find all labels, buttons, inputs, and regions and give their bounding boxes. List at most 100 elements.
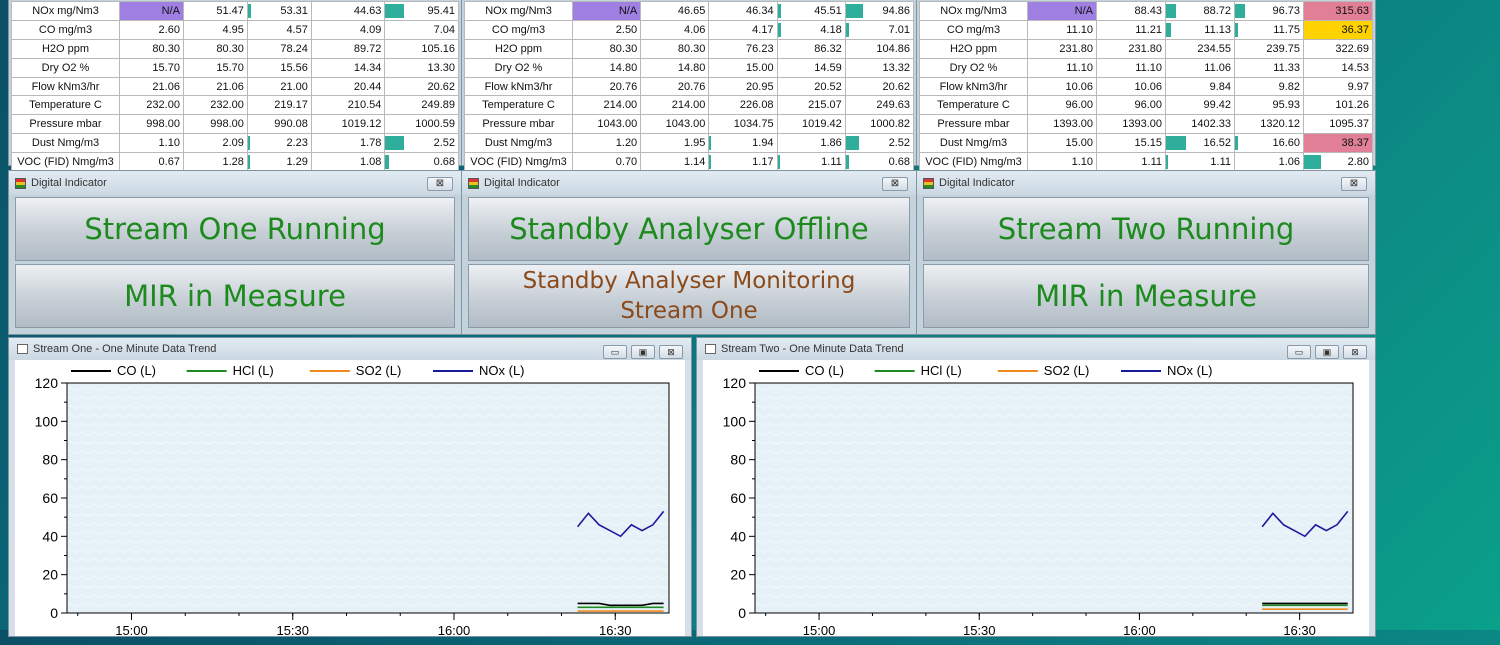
cell-value: 14.59 bbox=[814, 61, 842, 74]
cell-value: 214.00 bbox=[603, 99, 638, 112]
cell-value: 1043.00 bbox=[665, 118, 706, 131]
cell-value: 2.23 bbox=[286, 137, 308, 150]
level-bar bbox=[1235, 136, 1239, 151]
close-button[interactable]: ⊠ bbox=[659, 345, 683, 359]
indicator-status-2: MIR in Measure bbox=[15, 264, 455, 328]
close-button[interactable]: ⊠ bbox=[1341, 177, 1367, 191]
cell-value: 4.57 bbox=[286, 23, 308, 36]
cell-value: 88.72 bbox=[1203, 4, 1231, 17]
chart-icon bbox=[17, 344, 28, 354]
table-cell: 2.50 bbox=[571, 19, 642, 40]
cell-value: 20.62 bbox=[427, 80, 455, 93]
cell-value: 10.06 bbox=[1065, 80, 1093, 93]
y-tick-label: 120 bbox=[723, 375, 747, 391]
cell-value: 105.16 bbox=[421, 42, 455, 55]
table-cell: 36.37 bbox=[1303, 19, 1373, 40]
level-bar bbox=[846, 136, 860, 151]
table-cell: 214.00 bbox=[640, 95, 710, 116]
table-cell: 2.80 bbox=[1303, 152, 1373, 173]
cell-value: 99.42 bbox=[1203, 99, 1231, 112]
level-bar bbox=[778, 155, 780, 170]
cell-value: 20.62 bbox=[882, 80, 910, 93]
level-bar bbox=[1304, 155, 1321, 170]
cell-value: 14.34 bbox=[353, 61, 382, 74]
y-tick-label: 80 bbox=[730, 452, 746, 468]
standby-table-panel: NOx mg/Nm3 N/A 46.65 46.34 45.51 94.86 CO mg/m… bbox=[461, 0, 917, 173]
cell-value: 95.93 bbox=[1272, 99, 1300, 112]
close-button[interactable]: ⊠ bbox=[427, 177, 453, 191]
cell-value: 89.72 bbox=[353, 42, 382, 55]
table-cell: 20.62 bbox=[384, 76, 459, 97]
table-cell: 7.04 bbox=[384, 19, 459, 40]
level-bar bbox=[778, 22, 781, 37]
minimize-button[interactable]: ▭ bbox=[603, 345, 627, 359]
level-bar bbox=[846, 155, 850, 170]
table-cell: 2.52 bbox=[384, 133, 459, 154]
cell-value: 2.60 bbox=[158, 23, 180, 36]
table-row: Pressure mbar 1043.00 1043.00 1034.75 1019.4… bbox=[464, 114, 915, 135]
cell-value: 1.11 bbox=[1141, 156, 1162, 169]
table-row: Pressure mbar 1393.00 1393.00 1402.33 1320.1… bbox=[919, 114, 1373, 135]
row-label: NOx mg/Nm3 bbox=[11, 1, 120, 21]
row-label: CO mg/m3 bbox=[11, 19, 120, 40]
table-cell: 214.00 bbox=[571, 95, 642, 116]
cell-value: 4.09 bbox=[360, 23, 382, 36]
cell-value: 20.76 bbox=[677, 80, 706, 93]
cell-value: 1.95 bbox=[683, 137, 706, 150]
row-label: Dust Nmg/m3 bbox=[11, 133, 120, 154]
cell-value: 38.37 bbox=[1341, 137, 1369, 150]
table-cell: 104.86 bbox=[844, 38, 915, 59]
x-tick-label: 16:30 bbox=[599, 623, 632, 638]
stream-one-trend-chart: 0 20 40 60 80 100 120 15:00 15:30 16:00 16:30 CO (L… bbox=[35, 363, 680, 638]
table-cell: 9.82 bbox=[1234, 76, 1304, 97]
minimize-button[interactable]: ▭ bbox=[1287, 345, 1311, 359]
table-cell: 10.06 bbox=[1027, 76, 1097, 97]
cell-value: 76.23 bbox=[746, 42, 774, 55]
cell-value: 219.17 bbox=[274, 99, 308, 112]
cell-value: 10.06 bbox=[1134, 80, 1162, 93]
chart-title-bar: Stream One - One Minute Data Trend bbox=[9, 338, 691, 360]
table-cell: 13.30 bbox=[384, 57, 459, 78]
row-label: H2O ppm bbox=[11, 38, 120, 59]
table-cell: 232.00 bbox=[182, 95, 248, 116]
cell-value: 11.06 bbox=[1204, 61, 1231, 74]
x-tick-label: 15:00 bbox=[803, 623, 836, 638]
table-cell: 86.32 bbox=[776, 38, 846, 59]
cell-value: 2.52 bbox=[433, 137, 455, 150]
cell-value: 53.31 bbox=[280, 4, 308, 17]
cell-value: 11.10 bbox=[1066, 23, 1093, 36]
cell-value: 249.63 bbox=[876, 99, 910, 112]
cell-value: 20.52 bbox=[814, 80, 842, 93]
table-cell: 80.30 bbox=[640, 38, 710, 59]
table-cell: 20.76 bbox=[571, 76, 642, 97]
stream-one-data-table: NOx mg/Nm3 N/A 51.47 53.31 44.63 95.41 CO mg/m… bbox=[11, 1, 459, 173]
table-cell: N/A bbox=[1027, 1, 1097, 21]
indicator-title: Digital Indicator bbox=[939, 177, 1015, 189]
table-row: Temperature C 232.00 232.00 219.17 210.54 249… bbox=[11, 95, 459, 116]
table-row: Dry O2 % 14.80 14.80 15.00 14.59 13.32 bbox=[464, 57, 915, 78]
maximize-button[interactable]: ▣ bbox=[1315, 345, 1339, 359]
table-cell: N/A bbox=[119, 1, 184, 21]
level-bar bbox=[248, 155, 250, 170]
table-cell: 44.63 bbox=[310, 1, 386, 21]
level-bar bbox=[1166, 136, 1187, 151]
table-cell: 15.70 bbox=[182, 57, 248, 78]
cell-value: 1019.42 bbox=[801, 118, 842, 131]
cell-value: 96.00 bbox=[1065, 99, 1093, 112]
close-button[interactable]: ⊠ bbox=[882, 177, 908, 191]
close-button[interactable]: ⊠ bbox=[1343, 345, 1367, 359]
row-label: VOC (FID) Nmg/m3 bbox=[464, 152, 573, 173]
table-row: NOx mg/Nm3 N/A 88.43 88.72 96.73 315.63 bbox=[919, 1, 1373, 21]
row-label: Flow kNm3/hr bbox=[11, 76, 120, 97]
cell-value: 214.00 bbox=[671, 99, 706, 112]
indicator-title-bar: Digital Indicator bbox=[462, 171, 916, 195]
row-label: CO mg/m3 bbox=[464, 19, 573, 40]
table-cell: 0.70 bbox=[571, 152, 642, 173]
cell-value: 11.75 bbox=[1273, 23, 1300, 36]
maximize-button[interactable]: ▣ bbox=[631, 345, 655, 359]
row-label: Dry O2 % bbox=[464, 57, 573, 78]
y-tick-label: 20 bbox=[730, 567, 746, 583]
table-cell: 11.10 bbox=[1027, 57, 1097, 78]
table-cell: 99.42 bbox=[1165, 95, 1235, 116]
table-cell: 21.00 bbox=[246, 76, 312, 97]
